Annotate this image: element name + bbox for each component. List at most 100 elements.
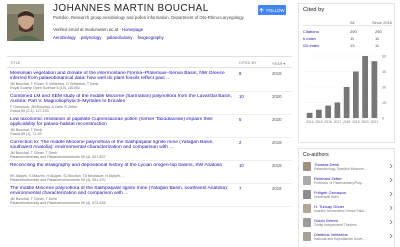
x-tick-label: 2018: [343, 120, 351, 124]
publication-venue: Palaeobiodiversity and Palaeoenvironment…: [10, 177, 106, 182]
chevron-right-icon[interactable]: [389, 233, 393, 239]
publication-title-link[interactable]: Combined LM and SEM study of the middle …: [10, 94, 232, 105]
y-tick-label: 0: [382, 116, 384, 120]
bar[interactable]: [325, 105, 331, 118]
publication-year: 2020: [272, 117, 282, 122]
coauthor-item[interactable]: Guido Grimm Trinity Independent Thinkers: [303, 217, 393, 229]
bar[interactable]: [362, 56, 368, 118]
cited-count-link[interactable]: 5: [239, 117, 241, 122]
interest-link[interactable]: Aerobiology: [53, 35, 76, 40]
profile-affiliation: Postdoc, Research group Aerobiology and …: [53, 15, 244, 20]
stat-label[interactable]: i10-index: [303, 43, 319, 48]
cited-by-column-header[interactable]: CITED BY: [239, 61, 257, 65]
coauthor-affiliation: Palaeobiology, Swedish Museum ...: [314, 166, 368, 171]
x-tick-label: 2019: [352, 120, 360, 124]
since-column-header: Since 2016: [372, 20, 393, 25]
publication-year: 2018: [272, 71, 282, 76]
coauthor-item[interactable]: Thomas Denk Palaeobiology, Swedish Museum…: [303, 161, 393, 173]
verified-email-text: Verified email at meduniwien.ac.at: [53, 27, 119, 32]
stat-all-value: 11: [350, 36, 355, 41]
chevron-right-icon[interactable]: [389, 177, 393, 183]
x-tick-label: 2020: [361, 120, 369, 124]
coauthor-item[interactable]: Reinhard Zetter Professor of Palaeobotany…: [303, 175, 393, 187]
publication-year: 2019: [272, 163, 282, 168]
coauthor-avatar: [303, 190, 311, 199]
coauthor-affiliation: National and Kapodistrian Unive...: [314, 236, 366, 241]
coauthor-avatar: [303, 176, 311, 185]
stat-since-value: 11: [375, 43, 380, 48]
publication-venue: Royal Society Open Science 5 (10), 18105…: [10, 85, 80, 90]
table-row: Messinian vegetation and climate of the …: [7, 69, 292, 92]
cited-count-link[interactable]: 10: [239, 94, 244, 99]
year-header-label: YEAR: [272, 62, 283, 66]
x-tick-label: 2014: [306, 120, 314, 124]
stat-all-value: 13: [350, 43, 355, 48]
y-tick-label: 60: [382, 54, 386, 58]
publication-venue: Palaeobiodiversity and Palaeoenvironment…: [10, 200, 106, 205]
bar[interactable]: [306, 112, 313, 118]
publication-year: 2019: [272, 140, 282, 145]
stat-since-value: 250: [375, 29, 382, 34]
cited-count-link[interactable]: 7: [239, 186, 241, 191]
i10-index-stat-row: i10-index 13 11: [303, 42, 392, 48]
coauthor-avatar: [303, 162, 311, 171]
profile-photo: [7, 4, 44, 41]
x-tick-label: 2021: [371, 120, 379, 124]
table-row: Correction to: The middle Miocene palyno…: [7, 138, 292, 161]
coauthor-affiliation: İstanbul Üniversitesi Orman Fakü...: [314, 208, 367, 213]
bar[interactable]: [334, 102, 341, 119]
follow-label: FOLLOW: [266, 7, 285, 13]
chevron-right-icon[interactable]: [389, 219, 393, 225]
bar[interactable]: [343, 87, 350, 118]
title-column-header[interactable]: TITLE: [10, 61, 20, 65]
stat-label[interactable]: h-index: [303, 36, 316, 41]
cited-count-link[interactable]: 10: [239, 163, 244, 168]
coauthor-avatar: [303, 218, 311, 227]
coauthor-affiliation: Professor of Palaeobotany/Paly...: [314, 180, 365, 185]
coauthor-item[interactable]: H. Tuncay Güner İstanbul Üniversitesi Orm…: [303, 203, 393, 215]
publication-title-link[interactable]: The middle Miocene palynoflora of the Sa…: [10, 186, 232, 197]
bar[interactable]: [316, 109, 322, 118]
year-column-header[interactable]: YEAR ▾: [272, 61, 285, 66]
bar[interactable]: [353, 71, 359, 119]
bar[interactable]: [371, 61, 378, 118]
cited-count-link[interactable]: 8: [239, 71, 241, 76]
stat-label[interactable]: Citations: [303, 29, 319, 34]
coauthor-affiliation: Trinity Independent Thinkers: [314, 222, 357, 227]
publication-venue: Palaeobiodiversity and Palaeoenvironment…: [10, 154, 106, 159]
coauthor-item[interactable]: Friðgeir Grímsson Universität Wien: [303, 189, 393, 201]
stat-all-value: 290: [350, 29, 357, 34]
x-tick-label: 2016: [324, 120, 332, 124]
coauthor-item[interactable]: Dimitrios Velitzelos National and Kapodis…: [303, 231, 393, 243]
table-row: Combined LM and SEM study of the middle …: [7, 92, 292, 115]
coauthor-avatar: [303, 204, 311, 213]
profile-name: JOHANNES MARTIN BOUCHAL: [53, 3, 209, 14]
y-tick-label: 15: [382, 101, 386, 105]
interest-link[interactable]: palynology: [81, 35, 102, 40]
publication-title-link[interactable]: Low taxonomic resolution of papillate Cu…: [10, 117, 232, 128]
y-tick-label: 45: [382, 70, 386, 74]
cited-by-title: Cited by: [303, 7, 325, 13]
x-tick-label: 2017: [334, 120, 342, 124]
cited-by-panel: Cited by All Since 2016 Citations 290 25…: [298, 3, 395, 143]
coauthor-avatar: [303, 232, 311, 241]
publication-title-link[interactable]: Correction to: The middle Miocene palyno…: [10, 140, 232, 151]
publication-title-link[interactable]: Messinian vegetation and climate of the …: [10, 71, 232, 82]
coauthor-affiliation: Universität Wien: [314, 194, 339, 199]
citations-stat-row: Citations 290 250: [303, 28, 392, 34]
interest-link[interactable]: biogeography: [138, 35, 164, 40]
follow-button[interactable]: FOLLOW: [258, 5, 286, 15]
publication-title-link[interactable]: Reconciling the stratigraphy and deposit…: [10, 163, 232, 169]
chevron-right-icon[interactable]: [389, 205, 393, 211]
stat-since-value: 11: [375, 36, 380, 41]
cited-by-header: All Since 2016: [303, 19, 392, 26]
chevron-right-icon[interactable]: [389, 163, 393, 169]
cited-count-link[interactable]: 2: [239, 140, 241, 145]
publications-table-header: TITLE CITED BY YEAR ▾: [7, 56, 292, 68]
interest-link[interactable]: palaeobotany: [107, 35, 133, 40]
research-interests: Aerobiology palynology palaeobotany biog…: [53, 35, 168, 40]
chevron-right-icon[interactable]: [389, 191, 393, 197]
person-photo-icon: [7, 4, 44, 41]
verified-email: Verified email at meduniwien.ac.at - Hom…: [53, 27, 143, 32]
homepage-link[interactable]: Homepage: [122, 27, 143, 32]
